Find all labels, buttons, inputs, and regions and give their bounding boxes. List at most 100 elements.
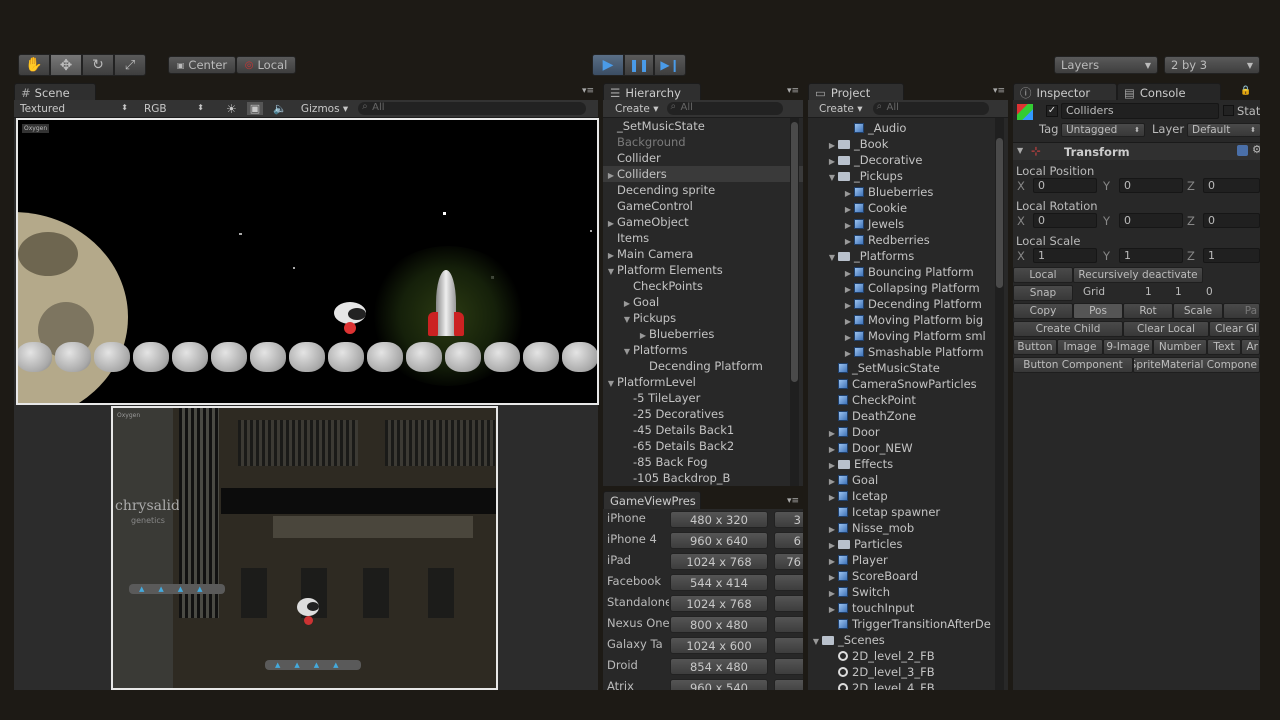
static-checkbox[interactable]	[1223, 105, 1234, 116]
lighting-icon[interactable]: ☀	[226, 102, 237, 116]
render-mode-dropdown[interactable]: Textured ⬍	[14, 103, 134, 115]
tab-inspector[interactable]: ⓘ Inspector	[1013, 83, 1117, 101]
hierarchy-item[interactable]: ▼ PlatformLevel	[603, 374, 803, 390]
hierarchy-search-input[interactable]: ⌕ All	[666, 101, 783, 115]
hierarchy-item[interactable]: CheckPoints	[603, 278, 803, 294]
foldout-arrow-icon[interactable]: ▼	[826, 250, 838, 264]
foldout-arrow-icon[interactable]: ▶	[826, 154, 838, 168]
foldout-arrow-icon[interactable]: ▼	[605, 264, 617, 278]
project-item[interactable]: 2D_level_3_FB	[808, 664, 1008, 680]
paste-button[interactable]: Pa	[1223, 303, 1260, 319]
foldout-arrow-icon[interactable]: ▶	[826, 426, 838, 440]
add-button-button[interactable]: Button	[1013, 339, 1057, 355]
foldout-arrow-icon[interactable]: ▶	[826, 442, 838, 456]
foldout-arrow-icon[interactable]: ▼	[810, 634, 822, 648]
preset-alt-resolution-button[interactable]: 6	[774, 532, 803, 549]
rot-x-field[interactable]: 0	[1033, 213, 1097, 228]
rot-z-field[interactable]: 0	[1203, 213, 1260, 228]
project-search-input[interactable]: ⌕ All	[872, 101, 989, 115]
play-button[interactable]: ▶	[592, 54, 624, 76]
project-item[interactable]: ▶ Moving Platform sml	[808, 328, 1008, 344]
button-component-button[interactable]: Button Component	[1013, 357, 1133, 373]
foldout-arrow-icon[interactable]: ▶	[605, 216, 617, 230]
project-item[interactable]: ▶ Nisse_mob	[808, 520, 1008, 536]
scene-search-input[interactable]: ⌕ All	[358, 101, 587, 115]
project-item[interactable]: ▶ Particles	[808, 536, 1008, 552]
hierarchy-item[interactable]: -5 TileLayer	[603, 390, 803, 406]
foldout-arrow-icon[interactable]: ▶	[826, 570, 838, 584]
scene-view-icon[interactable]: ▣	[246, 102, 264, 115]
project-item[interactable]: ▶ Moving Platform big	[808, 312, 1008, 328]
foldout-arrow-icon[interactable]: ▼	[621, 344, 633, 358]
foldout-arrow-icon[interactable]: ▶	[842, 314, 854, 328]
preset-alt-resolution-button[interactable]	[774, 595, 803, 612]
foldout-arrow-icon[interactable]: ▶	[826, 458, 838, 472]
foldout-arrow-icon[interactable]: ▶	[826, 474, 838, 488]
project-item[interactable]: CameraSnowParticles	[808, 376, 1008, 392]
foldout-arrow-icon[interactable]: ▶	[842, 330, 854, 344]
tab-scene[interactable]: # Scene	[14, 83, 96, 101]
layer-dropdown[interactable]: Default ⬍	[1187, 123, 1260, 137]
hierarchy-item[interactable]: Collider	[603, 150, 803, 166]
foldout-arrow-icon[interactable]: ▶	[826, 522, 838, 536]
pos-z-field[interactable]: 0	[1203, 178, 1260, 193]
preset-resolution-button[interactable]: 480 x 320	[670, 511, 768, 528]
tab-hierarchy[interactable]: ☰ Hierarchy	[603, 83, 701, 101]
project-item[interactable]: ▶ Door_NEW	[808, 440, 1008, 456]
panel-menu-icon[interactable]: ▾≡	[787, 496, 799, 506]
hierarchy-item[interactable]: _SetMusicState	[603, 118, 803, 134]
pivot-center-button[interactable]: ▣ Center	[168, 56, 236, 74]
preset-resolution-button[interactable]: 1024 x 768	[670, 595, 768, 612]
preset-resolution-button[interactable]: 960 x 540	[670, 679, 768, 690]
color-mode-dropdown[interactable]: RGB ⬍	[134, 103, 210, 115]
tab-gameview-presets[interactable]: GameViewPres	[603, 491, 701, 509]
copy-rot-button[interactable]: Rot	[1123, 303, 1173, 319]
project-item[interactable]: ▼ _Pickups	[808, 168, 1008, 184]
layers-dropdown[interactable]: Layers ▼	[1054, 56, 1158, 74]
project-item[interactable]: ▶ Decending Platform	[808, 296, 1008, 312]
scale-x-field[interactable]: 1	[1033, 248, 1097, 263]
transform-header[interactable]: ▼ ⊹ Transform ⚙	[1013, 142, 1260, 160]
sprite-material-component-button[interactable]: SpriteMaterial Compone	[1133, 357, 1260, 373]
project-item[interactable]: ▶ Door	[808, 424, 1008, 440]
rot-y-field[interactable]: 0	[1119, 213, 1183, 228]
help-icon[interactable]	[1237, 145, 1248, 156]
preset-resolution-button[interactable]: 960 x 640	[670, 532, 768, 549]
foldout-arrow-icon[interactable]: ▶	[605, 168, 617, 182]
preset-alt-resolution-button[interactable]	[774, 616, 803, 633]
preset-resolution-button[interactable]: 1024 x 600	[670, 637, 768, 654]
foldout-arrow-icon[interactable]: ▶	[826, 602, 838, 616]
pause-button[interactable]: ❚❚	[624, 54, 654, 76]
project-item[interactable]: ▶ Bouncing Platform	[808, 264, 1008, 280]
panel-menu-icon[interactable]: ▾≡	[993, 86, 1005, 96]
project-item[interactable]: CheckPoint	[808, 392, 1008, 408]
scale-z-field[interactable]: 1	[1203, 248, 1260, 263]
project-item[interactable]: _Audio	[808, 120, 1008, 136]
tab-project[interactable]: ▭ Project	[808, 83, 904, 101]
hierarchy-item[interactable]: Decending Platform	[603, 358, 803, 374]
pos-x-field[interactable]: 0	[1033, 178, 1097, 193]
hierarchy-item[interactable]: ▶ Colliders	[603, 166, 803, 182]
project-item[interactable]: ▶ Goal	[808, 472, 1008, 488]
audio-icon[interactable]: 🔈	[273, 102, 287, 115]
foldout-arrow-icon[interactable]: ▶	[826, 138, 838, 152]
hierarchy-item[interactable]: ▼ Pickups	[603, 310, 803, 326]
foldout-arrow-icon[interactable]: ▼	[605, 376, 617, 390]
foldout-arrow-icon[interactable]: ▶	[826, 538, 838, 552]
clear-global-button[interactable]: Clear Gl	[1209, 321, 1260, 337]
hierarchy-item[interactable]: ▶ Main Camera	[603, 246, 803, 262]
project-item[interactable]: TriggerTransitionAfterDe	[808, 616, 1008, 632]
foldout-arrow-icon[interactable]: ▶	[842, 282, 854, 296]
panel-menu-icon[interactable]: ▾≡	[582, 86, 594, 96]
foldout-arrow-icon[interactable]: ▶	[842, 202, 854, 216]
add-ar-button[interactable]: Ar	[1241, 339, 1260, 355]
copy-button[interactable]: Copy	[1013, 303, 1073, 319]
hierarchy-item[interactable]: ▶ GameObject	[603, 214, 803, 230]
create-child-button[interactable]: Create Child	[1013, 321, 1123, 337]
project-item[interactable]: ▶ _Book	[808, 136, 1008, 152]
active-checkbox[interactable]: ✓	[1046, 105, 1058, 117]
snap-button[interactable]: Snap	[1013, 285, 1073, 301]
preset-alt-resolution-button[interactable]	[774, 574, 803, 591]
hierarchy-item[interactable]: Items	[603, 230, 803, 246]
local-button[interactable]: Local	[1013, 267, 1073, 283]
